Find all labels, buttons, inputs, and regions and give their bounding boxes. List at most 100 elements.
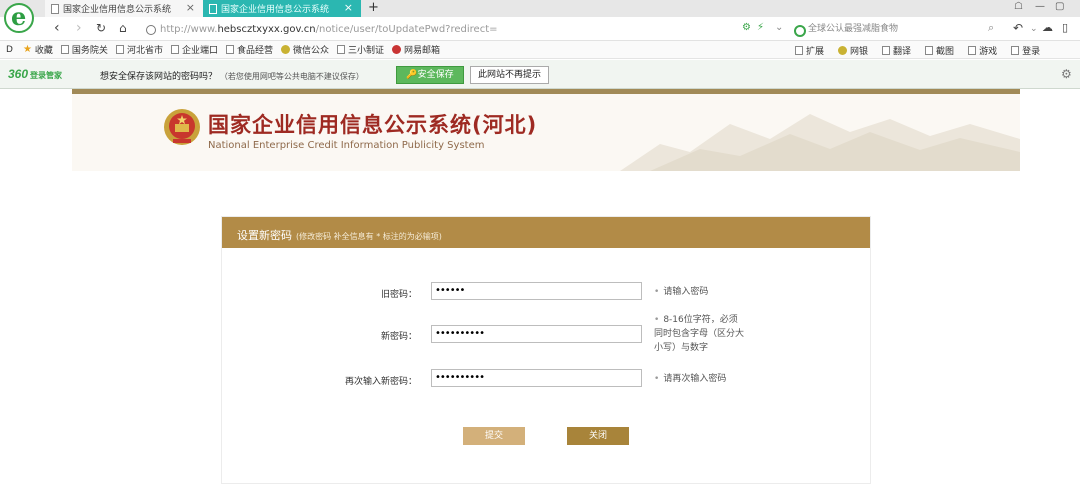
bookmark-label: 收藏 <box>34 46 53 56</box>
save-password-button[interactable]: 🔑安全保存 <box>396 66 464 84</box>
bank-button[interactable]: 网银 <box>838 44 868 57</box>
chevron-down-icon[interactable]: ⌄ <box>1030 24 1038 34</box>
chevron-down-icon[interactable]: ⌄ <box>775 22 783 33</box>
grid-icon <box>795 45 803 55</box>
bookmark-label: 食品经营 <box>236 46 273 56</box>
speed-mode-icon[interactable]: ⚡ <box>757 22 764 33</box>
browser-logo-icon[interactable]: e <box>4 3 34 33</box>
browser-logo-letter: e <box>11 2 27 31</box>
security-shield-icon[interactable]: ⚙ <box>742 22 751 33</box>
page-icon <box>170 45 179 54</box>
undo-icon[interactable]: ↶ <box>1013 21 1023 35</box>
never-for-site-button[interactable]: 此网站不再提示 <box>470 66 549 84</box>
brand-subtext: 登录管家 <box>30 71 63 80</box>
page-icon <box>225 45 234 54</box>
shirt-icon[interactable]: ☖ <box>1014 1 1023 12</box>
new-tab-button[interactable]: + <box>368 0 379 15</box>
bookmark-label: 微信公众 <box>292 46 329 56</box>
url-prefix: http://www. <box>160 24 218 35</box>
hint-line: 同时包含字母（区分大 <box>654 329 745 339</box>
hint-line: 请再次输入密码 <box>663 374 727 384</box>
toolbar-label: 网银 <box>850 46 869 57</box>
national-emblem-icon <box>164 109 200 145</box>
url-path: /notice/user/toUpdatePwd?redirect= <box>315 24 498 35</box>
password-save-bar: 360 登录管家 想安全保存该网站的密码吗？ （若您使用网吧等公共电脑不建议保存）… <box>0 60 1080 89</box>
minimize-icon[interactable]: — <box>1035 1 1045 12</box>
tab-label: 国家企业信用信息公示系统 <box>221 5 330 15</box>
save-password-question: 想安全保存该网站的密码吗？ （若您使用网吧等公共电脑不建议保存） <box>100 69 364 82</box>
games-button[interactable]: 游戏 <box>968 44 997 57</box>
login-button[interactable]: 登录 <box>1011 44 1040 57</box>
bookmark-label: 三小制证 <box>348 46 385 56</box>
confirm-password-hint: • 请再次输入密码 <box>654 372 726 386</box>
required-note: (修改密码 补全信息有 * 标注的为必输项) <box>296 232 442 241</box>
change-password-panel: 设置新密码 (修改密码 补全信息有 * 标注的为必输项) 旧密码： •••••• … <box>221 216 871 484</box>
bank-icon <box>838 45 848 55</box>
bullet-icon: • <box>654 315 660 325</box>
toolbar-label: 翻译 <box>893 46 912 57</box>
bookmark-item[interactable]: 企业端口 <box>170 43 218 56</box>
site-title: 国家企业信用信息公示系统(河北) <box>208 113 538 137</box>
browser-tab-active[interactable]: 国家企业信用信息公示系统 × <box>203 0 361 17</box>
back-icon[interactable]: ‹ <box>54 20 60 36</box>
browser-tab[interactable]: 国家企业信用信息公示系统 × <box>45 0 203 17</box>
old-password-hint: • 请输入密码 <box>654 285 708 299</box>
old-password-field[interactable]: •••••• <box>431 282 642 300</box>
address-input[interactable]: http://www.hebscztxyxx.gov.cn/notice/use… <box>144 21 784 38</box>
brand-text: 360 <box>8 67 29 81</box>
mountain-landscape-image <box>620 114 1020 171</box>
user-icon <box>1011 45 1020 55</box>
forward-icon[interactable]: › <box>76 20 82 36</box>
extensions-button[interactable]: 扩展 <box>795 44 824 57</box>
bookmark-item[interactable]: 三小制证 <box>337 43 384 56</box>
maximize-icon[interactable]: ▢ <box>1055 1 1064 12</box>
panel-title: 设置新密码 (修改密码 补全信息有 * 标注的为必输项) <box>237 227 442 243</box>
panel-heading: 设置新密码 <box>237 229 292 242</box>
page-icon <box>60 45 69 54</box>
bookmark-label: 企业端口 <box>181 46 218 56</box>
hint-line: 8-16位字符，必须 <box>663 315 738 325</box>
bookmark-item[interactable]: 国务院关 <box>60 43 108 56</box>
bullet-icon: • <box>654 374 660 384</box>
bullet-icon: • <box>654 287 660 297</box>
screenshot-button[interactable]: 截图 <box>925 44 954 57</box>
gear-icon[interactable]: ⚙ <box>1061 67 1072 81</box>
bookmark-item[interactable]: 微信公众 <box>280 43 329 56</box>
bookmark-item[interactable]: 食品经营 <box>225 43 273 56</box>
site-subtitle: National Enterprise Credit Information P… <box>208 140 485 151</box>
bookmark-item[interactable]: 河北省市 <box>115 43 163 56</box>
toolbar-label: 扩展 <box>806 46 825 57</box>
gamepad-icon <box>968 45 977 55</box>
close-tab-icon[interactable]: × <box>186 1 195 14</box>
phone-icon[interactable]: ▯ <box>1062 21 1068 34</box>
search-input[interactable]: 全球公认最强减脂食物 <box>792 21 1000 38</box>
hint-line: 小写）与数字 <box>654 343 709 353</box>
star-icon: ★ <box>22 44 32 55</box>
translate-button[interactable]: 翻译 <box>882 44 911 57</box>
search-icon[interactable]: ⌕ <box>988 21 994 35</box>
cloud-icon[interactable]: ☁ <box>1042 21 1053 34</box>
password-manager-logo: 360 登录管家 <box>8 68 62 82</box>
bookmark-favorites[interactable]: ★ 收藏 <box>23 43 53 56</box>
bookmark-label: 网易邮箱 <box>404 46 441 56</box>
new-password-label: 新密码： <box>380 332 417 342</box>
close-tab-icon[interactable]: × <box>344 1 353 14</box>
close-button[interactable]: 关闭 <box>567 427 629 445</box>
navigation-bar: ‹ › ↻ ⌂ http://www.hebscztxyxx.gov.cn/no… <box>0 17 1080 41</box>
new-password-hint: • 8-16位字符，必须 同时包含字母（区分大 小写）与数字 <box>654 313 744 355</box>
page-icon <box>51 3 59 14</box>
reload-icon[interactable]: ↻ <box>96 21 106 35</box>
confirm-password-field[interactable]: •••••••••• <box>431 369 642 387</box>
bookmark-item[interactable]: 网易邮箱 <box>392 43 440 56</box>
bookmark-toggle[interactable]: D <box>6 45 13 55</box>
toolbar-label: 登录 <box>1022 46 1041 57</box>
question-note: （若您使用网吧等公共电脑不建议保存） <box>219 72 364 81</box>
scissors-icon <box>925 45 934 55</box>
old-password-label: 旧密码： <box>380 290 417 300</box>
page-icon <box>337 45 345 54</box>
page-icon <box>209 3 217 14</box>
submit-button[interactable]: 提交 <box>463 427 525 445</box>
home-icon[interactable]: ⌂ <box>119 21 127 35</box>
new-password-field[interactable]: •••••••••• <box>431 325 642 343</box>
question-text: 想安全保存该网站的密码吗？ <box>100 72 218 82</box>
